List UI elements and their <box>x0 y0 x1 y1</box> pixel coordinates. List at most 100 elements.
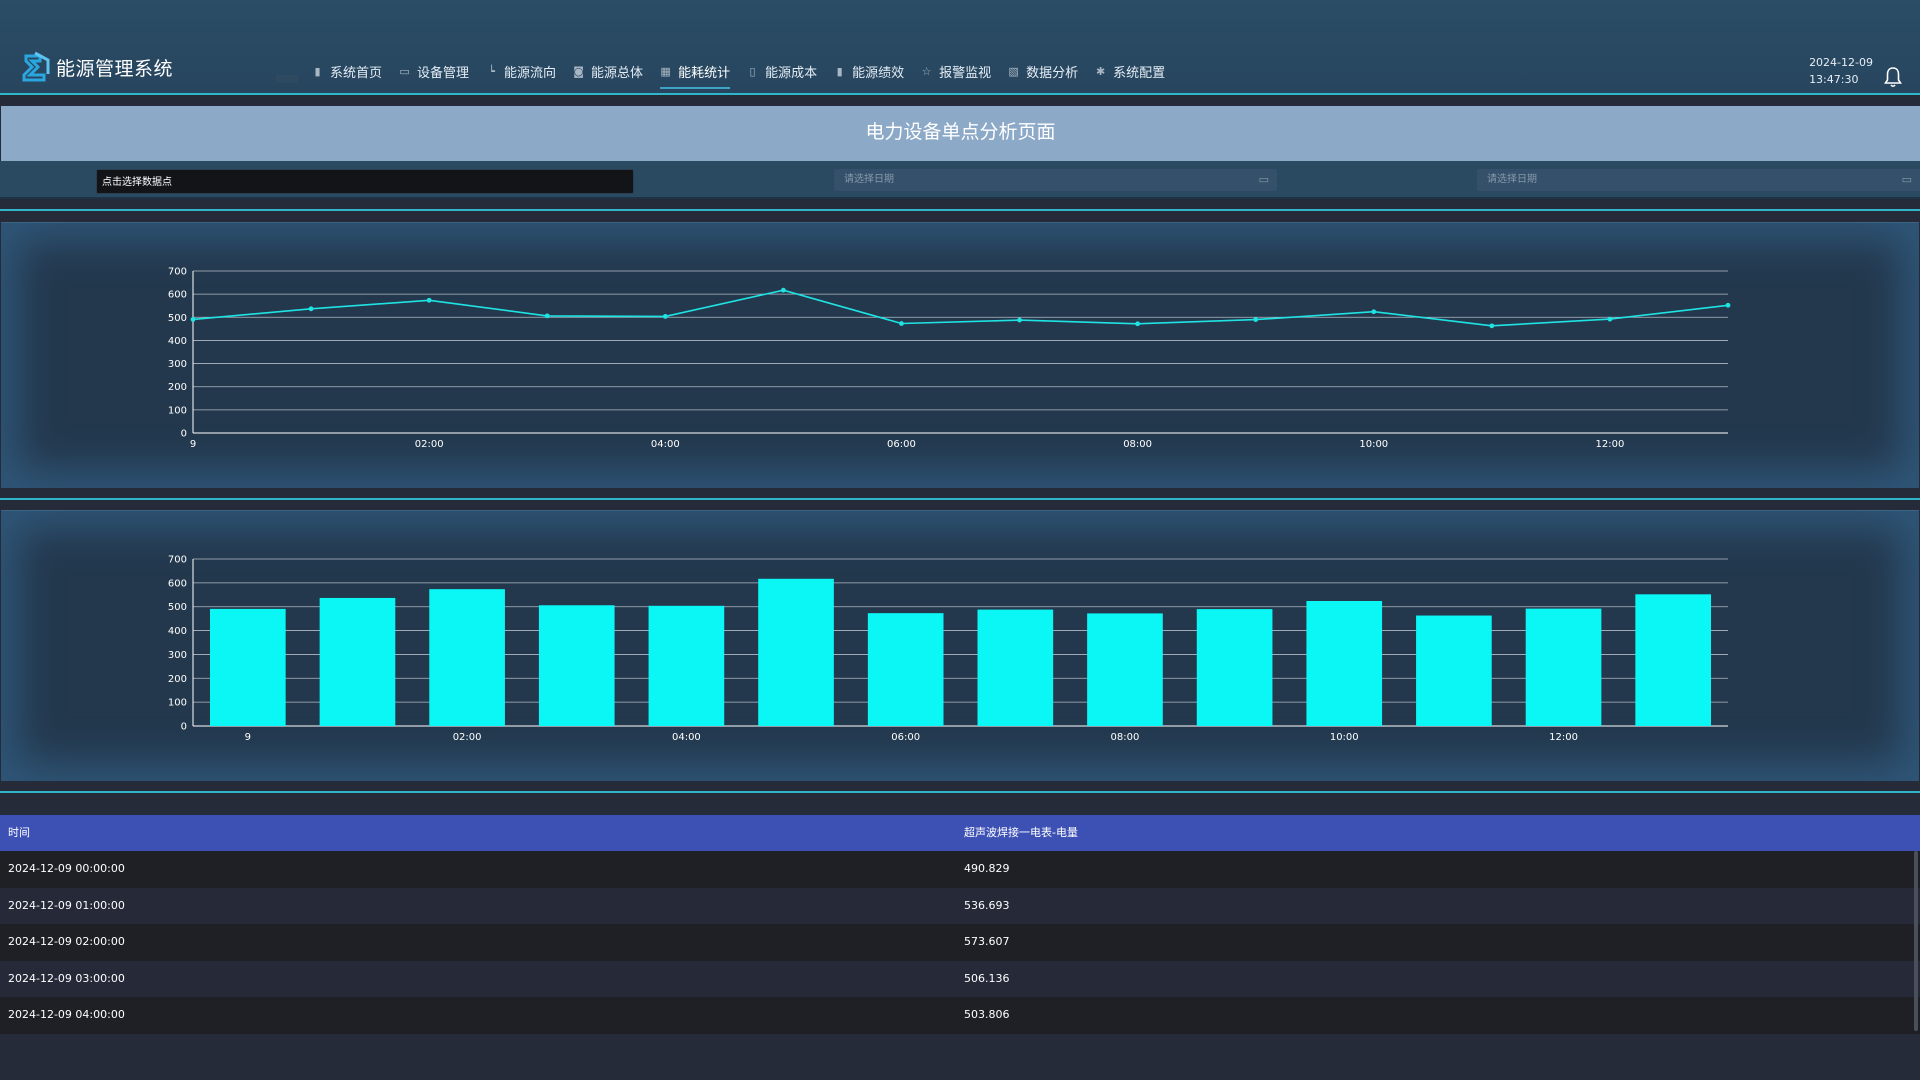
bar-chart: 0 100 200 300 400 500 600 700 9 02:00 04:00 06:00 08… <box>168 555 1728 743</box>
cell-time: 2024-12-09 01:00:00 <box>8 898 125 912</box>
data-point <box>1253 317 1259 322</box>
x-tick-label: 10:00 <box>1330 732 1359 743</box>
data-point <box>426 297 432 303</box>
data-point <box>544 313 550 319</box>
y-tick-label: 500 <box>168 313 187 324</box>
y-tick-label: 500 <box>168 602 187 613</box>
column-header-time[interactable]: 时间 <box>0 815 956 851</box>
series-line <box>192 289 1729 327</box>
table-row[interactable]: 2024-12-09 00:00:00 490.829 <box>0 851 1920 888</box>
nav-item-2[interactable]: ┕ 能源流向 <box>486 62 556 81</box>
nav-item-4[interactable]: ▦ 能耗统计 <box>660 62 731 89</box>
table-body: 2024-12-09 00:00:00 490.829 2024-12-09 01:… <box>0 851 1920 1034</box>
nav-item-label: 设备管理 <box>417 66 470 81</box>
bar-chart-icon: ▮ <box>836 65 843 78</box>
cell-value: 490.829 <box>964 862 1010 875</box>
data-point <box>1371 309 1377 315</box>
bar <box>1635 594 1712 726</box>
y-tick-label: 200 <box>168 382 187 393</box>
end-date-picker[interactable]: 请选择日期 ▭ <box>1477 169 1920 191</box>
y-tick-label: 0 <box>181 429 187 440</box>
analysis-icon: ▧ <box>1008 65 1019 78</box>
table-row[interactable]: 2024-12-09 04:00:00 503.806 <box>0 997 1920 1034</box>
end-date-placeholder: 请选择日期 <box>1487 174 1537 185</box>
nav-item-5[interactable]: ▯ 能源成本 <box>747 62 818 81</box>
device-icon: ▭ <box>399 65 410 78</box>
line-chart: 0 100 200 300 400 500 600 700 9 02:00 04:00 06:00 08… <box>168 267 1731 450</box>
line-chart-panel: 0 100 200 300 400 500 600 700 9 02:00 04:00 06:00 08… <box>1 222 1919 488</box>
data-point <box>308 306 314 312</box>
y-tick-label: 400 <box>168 626 187 637</box>
x-tick-label: 06:00 <box>887 439 916 450</box>
nav-item-3[interactable]: ◙ 能源总体 <box>573 62 643 81</box>
x-tick-label: 04:00 <box>672 732 701 743</box>
bar <box>1525 608 1602 726</box>
star-icon: ☆ <box>921 65 932 78</box>
data-point <box>190 317 196 322</box>
flow-icon: ┕ <box>488 65 495 78</box>
table-header: 时间 超声波焊接一电表-电量 <box>0 815 1920 851</box>
data-point <box>1489 323 1495 329</box>
app-logo[interactable]: 能源管理系统 <box>18 50 173 84</box>
page-title: 电力设备单点分析页面 <box>1 106 1920 161</box>
y-tick-label: 600 <box>168 290 187 301</box>
cell-time: 2024-12-09 00:00:00 <box>8 862 125 875</box>
current-date: 2024-12-09 <box>1809 56 1873 69</box>
x-tick-label: 04:00 <box>651 439 680 450</box>
y-tick-label: 700 <box>168 267 187 278</box>
nav-item-9[interactable]: ✱ 系统配置 <box>1095 62 1165 81</box>
x-tick-label: 12:00 <box>1549 732 1578 743</box>
table-scrollbar[interactable] <box>1914 851 1918 1031</box>
data-point <box>1725 302 1731 308</box>
x-tick-label: 02:00 <box>415 439 444 450</box>
y-tick-label: 100 <box>168 405 187 416</box>
column-header-value[interactable]: 超声波焊接一电表-电量 <box>956 815 1920 851</box>
x-tick-label: 12:00 <box>1596 439 1625 450</box>
cell-value: 503.806 <box>964 1008 1010 1022</box>
nav-item-label: 系统首页 <box>330 66 383 81</box>
nav-item-label: 能源总体 <box>591 66 644 81</box>
top-header: 能源管理系统 ▮ 系统首页 ▭ 设备管理 ┕ 能源流向 ◙ 能源总体 ▦ 能耗统计 ▯ 能源成本 ▮ 能源… <box>0 0 1920 95</box>
table-row[interactable]: 2024-12-09 02:00:00 573.607 <box>0 924 1920 961</box>
logo-icon <box>22 51 50 82</box>
nav-item-7[interactable]: ☆ 报警监视 <box>921 62 991 81</box>
nav-item-label: 能源流向 <box>504 66 557 81</box>
data-point <box>1135 321 1141 327</box>
divider <box>0 791 1920 793</box>
divider <box>0 209 1920 211</box>
app-title: 能源管理系统 <box>56 57 174 80</box>
y-tick-label: 200 <box>168 674 187 685</box>
y-tick-label: 700 <box>168 555 187 566</box>
calendar-icon: ▭ <box>1258 173 1269 186</box>
table-row[interactable]: 2024-12-09 01:00:00 536.693 <box>0 887 1920 925</box>
main-nav: ▮ 系统首页 ▭ 设备管理 ┕ 能源流向 ◙ 能源总体 ▦ 能耗统计 ▯ 能源成本 ▮ 能源绩效 ☆ 报警监视… <box>312 62 1182 89</box>
nav-item-0[interactable]: ▮ 系统首页 <box>312 62 382 81</box>
gear-icon: ✱ <box>1096 65 1106 78</box>
bell-icon[interactable] <box>1884 66 1902 92</box>
database-icon: ◙ <box>573 65 584 78</box>
y-tick-label: 300 <box>168 650 187 661</box>
x-tick-label: 08:00 <box>1123 439 1152 450</box>
bar <box>977 609 1054 726</box>
data-point-select[interactable]: 点击选择数据点 <box>96 169 634 194</box>
y-tick-label: 100 <box>168 698 187 709</box>
nav-item-1[interactable]: ▭ 设备管理 <box>399 62 469 81</box>
bar <box>1416 615 1492 726</box>
start-date-placeholder: 请选择日期 <box>844 174 894 185</box>
table-row[interactable]: 2024-12-09 03:00:00 506.136 <box>0 960 1920 998</box>
data-table: 时间 超声波焊接一电表-电量 2024-12-09 00:00:00 490.82… <box>0 815 1920 1034</box>
bar <box>209 608 286 726</box>
nav-item-label: 报警监视 <box>939 66 992 81</box>
x-tick-label: 9 <box>245 732 251 743</box>
start-date-picker[interactable]: 请选择日期 ▭ <box>834 169 1277 191</box>
data-point <box>1607 316 1613 322</box>
nav-item-8[interactable]: ▧ 数据分析 <box>1008 62 1078 81</box>
x-tick-label: 10:00 <box>1359 439 1388 450</box>
bar <box>538 605 615 726</box>
x-tick-label: 9 <box>190 439 196 450</box>
cell-value: 506.136 <box>964 971 1010 985</box>
calendar-icon: ▭ <box>1901 173 1912 186</box>
bar-chart-icon: ▮ <box>314 65 321 78</box>
data-point <box>780 287 786 293</box>
nav-item-6[interactable]: ▮ 能源绩效 <box>834 62 905 81</box>
